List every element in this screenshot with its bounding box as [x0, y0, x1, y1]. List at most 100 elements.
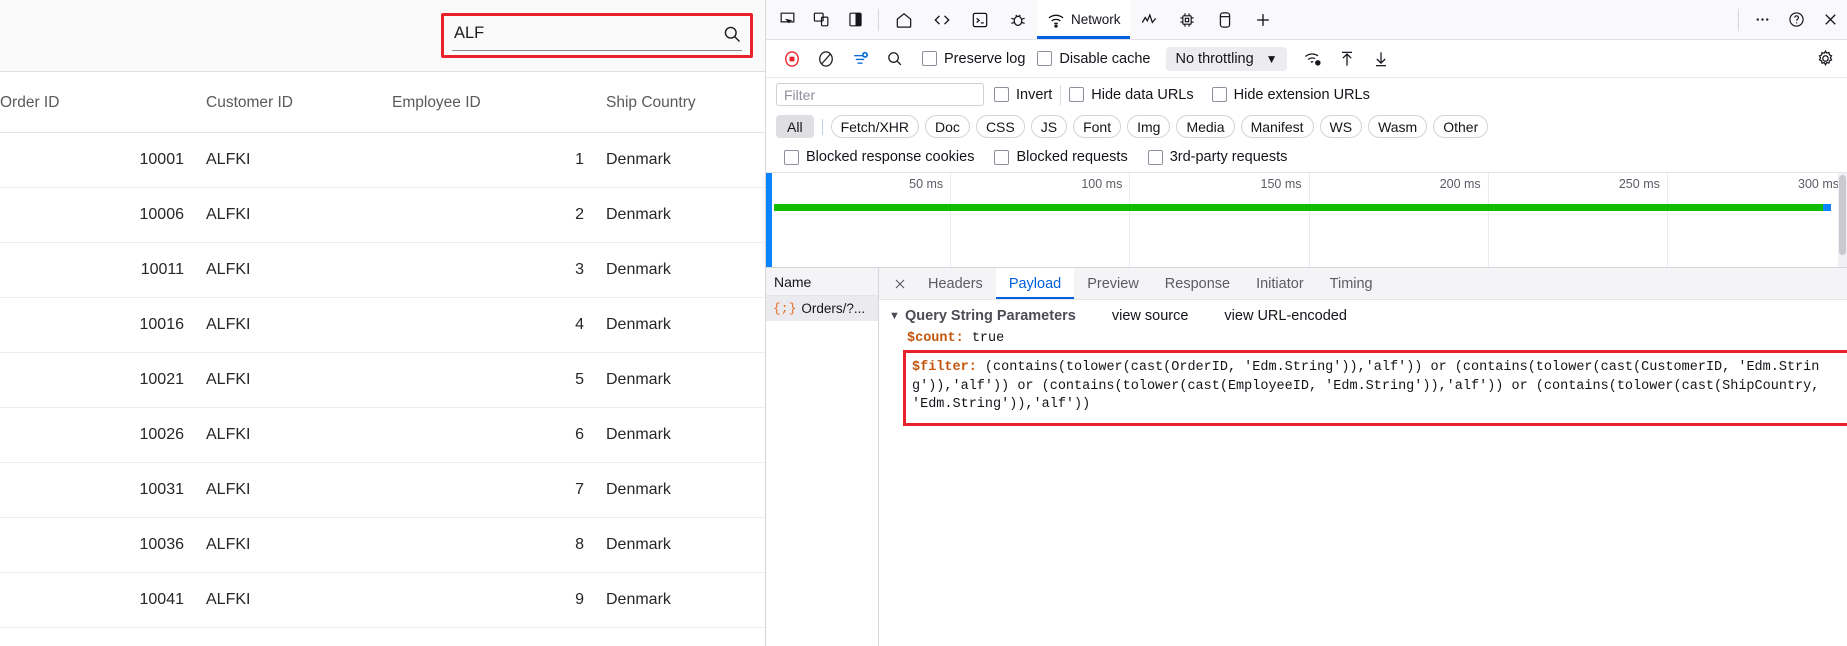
- close-detail-icon[interactable]: [885, 269, 915, 299]
- search-input[interactable]: [452, 22, 716, 45]
- type-filter-ws[interactable]: WS: [1320, 115, 1363, 138]
- download-har-icon[interactable]: [1365, 45, 1397, 73]
- detail-tabs: HeadersPayloadPreviewResponseInitiatorTi…: [879, 268, 1847, 300]
- table-row[interactable]: 10036ALFKI8Denmark: [0, 518, 765, 573]
- type-filter-font[interactable]: Font: [1073, 115, 1121, 138]
- responsive-design-icon[interactable]: [804, 4, 838, 36]
- third-party-requests-box[interactable]: [1148, 150, 1163, 165]
- table-row[interactable]: 10011ALFKI3Denmark: [0, 243, 765, 298]
- preserve-log-checkbox[interactable]: Preserve log: [922, 51, 1025, 67]
- help-icon[interactable]: [1779, 4, 1813, 36]
- detail-tab-payload[interactable]: Payload: [996, 268, 1074, 299]
- network-throttle-icon[interactable]: [1297, 45, 1329, 73]
- type-filter-wasm[interactable]: Wasm: [1368, 115, 1427, 138]
- throttling-dropdown[interactable]: No throttling ▼: [1166, 47, 1286, 71]
- request-list: Name {;} Orders/?...: [766, 268, 879, 646]
- hide-extension-urls-box[interactable]: [1212, 87, 1227, 102]
- timeline-tick: 250 ms: [1489, 173, 1668, 267]
- blocked-response-cookies-label: Blocked response cookies: [806, 149, 974, 165]
- timeline-scrollbar[interactable]: [1838, 173, 1847, 267]
- upload-har-icon[interactable]: [1331, 45, 1363, 73]
- request-list-item[interactable]: {;} Orders/?...: [766, 296, 878, 321]
- tab-home[interactable]: [885, 0, 923, 39]
- tab-inspector[interactable]: [923, 0, 961, 39]
- table-row[interactable]: 10016ALFKI4Denmark: [0, 298, 765, 353]
- preserve-log-box[interactable]: [922, 51, 937, 66]
- invert-box[interactable]: [994, 87, 1009, 102]
- blocked-requests-checkbox[interactable]: Blocked requests: [994, 149, 1127, 165]
- hide-data-urls-checkbox[interactable]: Hide data URLs: [1069, 87, 1193, 103]
- disable-cache-checkbox[interactable]: Disable cache: [1037, 51, 1150, 67]
- cell-ship-country: Denmark: [584, 463, 765, 518]
- cell-order-id: 10031: [0, 463, 184, 518]
- view-source-link[interactable]: view source: [1112, 308, 1189, 324]
- network-filter-row: Invert Hide data URLs Hide extension URL…: [766, 78, 1847, 111]
- cell-ship-country: Denmark: [584, 133, 765, 188]
- grid-header-row: Order ID Customer ID Employee ID Ship Co…: [0, 72, 765, 133]
- cell-customer-id: ALFKI: [184, 518, 392, 573]
- settings-gear-icon[interactable]: [1809, 45, 1841, 73]
- cell-employee-id: 5: [392, 353, 584, 408]
- type-filter-css[interactable]: CSS: [976, 115, 1025, 138]
- tab-storage[interactable]: [1206, 0, 1244, 39]
- expand-triangle-icon[interactable]: ▼: [889, 310, 905, 322]
- detail-tab-headers[interactable]: Headers: [915, 268, 996, 299]
- third-party-requests-checkbox[interactable]: 3rd-party requests: [1148, 149, 1288, 165]
- column-header-ship-country[interactable]: Ship Country: [584, 72, 765, 133]
- column-header-customer-id[interactable]: Customer ID: [184, 72, 392, 133]
- table-row[interactable]: 10021ALFKI5Denmark: [0, 353, 765, 408]
- type-filter-fetch-xhr[interactable]: Fetch/XHR: [831, 115, 919, 138]
- pick-element-icon[interactable]: [770, 4, 804, 36]
- type-filter-js[interactable]: JS: [1031, 115, 1067, 138]
- search-icon[interactable]: [878, 45, 910, 73]
- tab-debugger[interactable]: [999, 0, 1037, 39]
- blocked-requests-box[interactable]: [994, 150, 1009, 165]
- request-list-header[interactable]: Name: [766, 268, 878, 296]
- type-filter-img[interactable]: Img: [1127, 115, 1170, 138]
- clear-button[interactable]: [810, 45, 842, 73]
- detail-tab-response[interactable]: Response: [1152, 268, 1243, 299]
- detail-tab-preview[interactable]: Preview: [1074, 268, 1152, 299]
- column-header-employee-id[interactable]: Employee ID: [392, 72, 584, 133]
- detail-tab-timing[interactable]: Timing: [1317, 268, 1386, 299]
- search-box-highlighted[interactable]: [441, 13, 753, 58]
- type-filter-other[interactable]: Other: [1433, 115, 1488, 138]
- blocked-response-cookies-box[interactable]: [784, 150, 799, 165]
- record-button[interactable]: [776, 45, 808, 73]
- cell-employee-id: 7: [392, 463, 584, 518]
- tab-performance[interactable]: [1130, 0, 1168, 39]
- search-icon[interactable]: [722, 24, 742, 44]
- table-row[interactable]: 10001ALFKI1Denmark: [0, 133, 765, 188]
- view-url-encoded-link[interactable]: view URL-encoded: [1224, 308, 1347, 324]
- add-tool-icon[interactable]: [1244, 0, 1282, 39]
- table-row[interactable]: 10041ALFKI9Denmark: [0, 573, 765, 628]
- network-filter-input[interactable]: [776, 83, 984, 106]
- more-options-icon[interactable]: [1745, 4, 1779, 36]
- hide-extension-urls-checkbox[interactable]: Hide extension URLs: [1212, 87, 1370, 103]
- blocked-response-cookies-checkbox[interactable]: Blocked response cookies: [784, 149, 974, 165]
- split-console-icon[interactable]: [838, 4, 872, 36]
- table-row[interactable]: 10026ALFKI6Denmark: [0, 408, 765, 463]
- type-filter-all[interactable]: All: [776, 115, 814, 138]
- type-filter-doc[interactable]: Doc: [925, 115, 970, 138]
- cell-ship-country: Denmark: [584, 298, 765, 353]
- tab-console[interactable]: [961, 0, 999, 39]
- request-blocking-icon[interactable]: [844, 45, 876, 73]
- column-header-order-id[interactable]: Order ID: [0, 72, 184, 133]
- table-row[interactable]: 10006ALFKI2Denmark: [0, 188, 765, 243]
- network-lower-split: Name {;} Orders/?... HeadersPayloadPrevi…: [766, 267, 1847, 646]
- disable-cache-box[interactable]: [1037, 51, 1052, 66]
- tab-network[interactable]: Network: [1037, 0, 1130, 39]
- request-waterfall-bar[interactable]: [774, 204, 1825, 211]
- orders-grid: Order ID Customer ID Employee ID Ship Co…: [0, 72, 765, 628]
- type-filter-manifest[interactable]: Manifest: [1241, 115, 1314, 138]
- chevron-down-icon[interactable]: ▼: [1266, 52, 1278, 66]
- hide-extension-urls-label: Hide extension URLs: [1234, 87, 1370, 103]
- detail-tab-initiator[interactable]: Initiator: [1243, 268, 1317, 299]
- close-icon[interactable]: [1813, 4, 1847, 36]
- hide-data-urls-box[interactable]: [1069, 87, 1084, 102]
- type-filter-media[interactable]: Media: [1176, 115, 1234, 138]
- table-row[interactable]: 10031ALFKI7Denmark: [0, 463, 765, 518]
- invert-checkbox[interactable]: Invert: [994, 87, 1052, 103]
- tab-memory[interactable]: [1168, 0, 1206, 39]
